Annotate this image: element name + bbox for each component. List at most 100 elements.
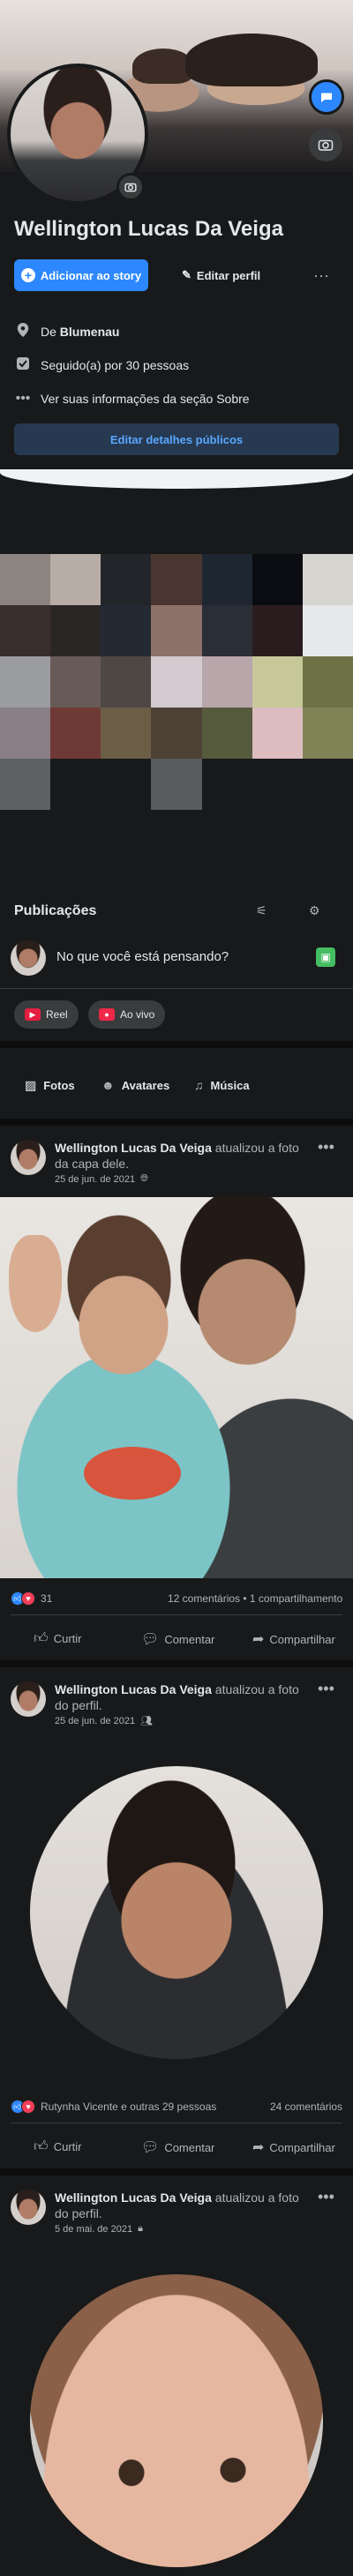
post-header: Wellington Lucas Da Veiga atualizou a fo… — [55, 1140, 311, 1172]
divider — [0, 988, 353, 989]
avatar-camera-icon[interactable] — [116, 173, 145, 201]
post-meta: 25 de jun. de 2021 🌐︎ — [55, 1173, 148, 1185]
mosaic-tile — [302, 759, 353, 810]
comment-icon: 💬︎ — [141, 2140, 160, 2155]
mosaic-tile — [201, 605, 252, 656]
composer-avatar[interactable] — [11, 940, 46, 976]
mosaic-tile — [50, 554, 101, 605]
comment-icon: 💬︎ — [141, 1632, 160, 1647]
post-header: Wellington Lucas Da Veiga atualizou a fo… — [55, 1681, 311, 1713]
mosaic-tile — [101, 554, 152, 605]
mosaic-tile — [201, 554, 252, 605]
reactions-summary[interactable]: 👍︎ ♥ Rutynha Vicente e outras 29 pessoas — [11, 2100, 216, 2114]
info-followers[interactable]: Seguido(a) por 30 pessoas — [14, 355, 189, 376]
reel-icon: ▶ — [25, 1008, 41, 1021]
edit-profile-button[interactable]: ✎ Editar perfil — [168, 259, 300, 291]
add-story-button[interactable]: + Adicionar ao story — [14, 259, 148, 291]
tab-avatars[interactable]: ☻ Avatares — [101, 1075, 169, 1096]
mosaic-tile — [101, 605, 152, 656]
divider — [0, 469, 353, 489]
share-label: Compartilhar — [269, 2140, 335, 2154]
cover-camera-icon[interactable] — [309, 128, 342, 161]
reactions-count: 31 — [41, 1592, 53, 1605]
photo-upload-icon[interactable]: ▣ — [316, 947, 335, 967]
live-video-icon: ● — [99, 1008, 115, 1021]
post-author-avatar[interactable] — [11, 2190, 46, 2225]
reel-label: Reel — [46, 1008, 68, 1021]
filter-icon[interactable]: ⚟ — [256, 903, 267, 918]
mosaic-tile — [50, 656, 101, 708]
mosaic-tile — [252, 605, 303, 656]
post-more-icon[interactable]: ••• — [318, 1680, 334, 1698]
share-button[interactable]: ➦ Compartilhar — [252, 1630, 335, 1648]
mosaic-tile — [101, 759, 152, 810]
post-author-avatar[interactable] — [11, 1140, 46, 1175]
comment-button[interactable]: 💬︎ Comentar — [141, 1630, 214, 1648]
post-date[interactable]: 25 de jun. de 2021 — [55, 1174, 135, 1185]
city-prefix: De — [41, 325, 60, 339]
info-about[interactable]: ••• Ver suas informações da seção Sobre — [14, 388, 250, 409]
mosaic-tile — [302, 605, 353, 656]
comments-shares-count[interactable]: 12 comentários • 1 compartilhamento — [168, 1592, 342, 1605]
mosaic-tile — [302, 554, 353, 605]
divider — [0, 1660, 353, 1667]
comment-button[interactable]: 💬︎ Comentar — [141, 2138, 214, 2156]
photo-mosaic[interactable] — [0, 554, 353, 810]
mosaic-tile — [50, 708, 101, 759]
post-header: Wellington Lucas Da Veiga atualizou a fo… — [55, 2190, 311, 2221]
mosaic-tile — [0, 554, 51, 605]
love-reaction-icon: ♥ — [21, 1591, 35, 1606]
post-author-avatar[interactable] — [11, 1681, 46, 1717]
mosaic-tile — [0, 656, 51, 708]
mosaic-tile — [50, 759, 101, 810]
mosaic-tile — [50, 605, 101, 656]
more-options-button[interactable]: ··· — [304, 259, 339, 291]
post-date[interactable]: 25 de jun. de 2021 — [55, 1716, 135, 1726]
post-photo-detail — [9, 1235, 62, 1332]
comments-count[interactable]: 24 comentários — [270, 2100, 342, 2113]
post-photo-detail — [84, 1447, 181, 1500]
post-more-icon[interactable]: ••• — [318, 2188, 334, 2206]
post-date[interactable]: 5 de mai. de 2021 — [55, 2224, 132, 2235]
like-button[interactable]: 👍︎ Curtir — [34, 2138, 82, 2155]
love-reaction-icon: ♥ — [21, 2100, 35, 2114]
divider — [11, 1614, 342, 1615]
tab-photos[interactable]: ▨ Fotos — [25, 1075, 75, 1096]
tab-avatars-label: Avatares — [121, 1078, 170, 1092]
tab-music[interactable]: ♫ Música — [194, 1075, 250, 1096]
settings-icon[interactable]: ⚙ — [309, 903, 320, 918]
share-button[interactable]: ➦ Compartilhar — [252, 2138, 335, 2156]
reactions-summary[interactable]: 👍︎ ♥ 31 — [11, 1591, 52, 1606]
city-name[interactable]: Blumenau — [60, 325, 120, 339]
tab-music-label: Música — [210, 1078, 250, 1092]
plus-icon: + — [20, 268, 35, 282]
edit-public-details-button[interactable]: Editar detalhes públicos — [14, 423, 339, 455]
reel-chip[interactable]: ▶ Reel — [14, 1000, 79, 1029]
mosaic-tile — [201, 708, 252, 759]
cover-photo-detail — [185, 34, 318, 86]
publications-title: Publicações — [14, 903, 97, 918]
lock-icon: 🔒︎ — [138, 2223, 143, 2234]
post-author[interactable]: Wellington Lucas Da Veiga — [55, 1141, 212, 1155]
like-label: Curtir — [53, 2140, 82, 2153]
post-profile-photo[interactable] — [30, 1766, 323, 2059]
mosaic-tile — [252, 759, 303, 810]
post-more-icon[interactable]: ••• — [318, 1138, 334, 1157]
edit-profile-label: Editar perfil — [196, 268, 261, 282]
post-meta: 5 de mai. de 2021 🔒︎ — [55, 2223, 143, 2235]
mosaic-tile — [0, 605, 51, 656]
messenger-icon[interactable] — [309, 79, 344, 115]
divider — [0, 1119, 353, 1126]
mosaic-tile — [252, 656, 303, 708]
mosaic-tile — [151, 759, 202, 810]
live-chip[interactable]: ● Ao vivo — [88, 1000, 166, 1029]
post-author[interactable]: Wellington Lucas Da Veiga — [55, 1682, 212, 1696]
mosaic-tile — [0, 759, 51, 810]
post-profile-photo[interactable] — [30, 2274, 323, 2567]
about-text: Ver suas informações da seção Sobre — [41, 392, 250, 406]
composer-input[interactable]: No que você está pensando? — [56, 949, 229, 964]
post-author[interactable]: Wellington Lucas Da Veiga — [55, 2190, 212, 2205]
mosaic-tile — [0, 708, 51, 759]
like-button[interactable]: 👍︎ Curtir — [34, 1630, 82, 1647]
comment-label: Comentar — [164, 1632, 215, 1646]
